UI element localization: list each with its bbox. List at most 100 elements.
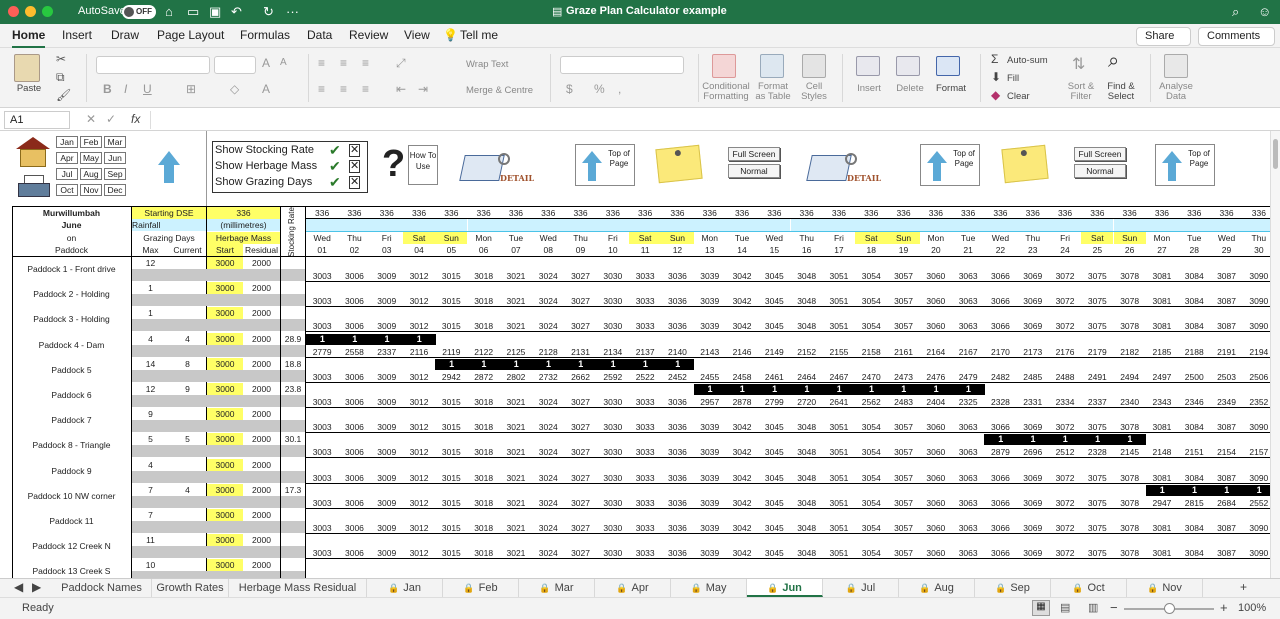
sheet-tab-jul[interactable]: 🔒 Jul	[823, 579, 899, 597]
paddock-name[interactable]: Paddock 10 NW corner	[12, 490, 131, 502]
start-mass-cell[interactable]: 3000	[207, 483, 243, 496]
grazing-day-marker[interactable]: 1	[402, 333, 436, 345]
grazing-day-marker[interactable]: 1	[564, 358, 598, 370]
max-days-cell[interactable]: 1	[132, 307, 169, 319]
tell-me-field[interactable]: Tell me	[460, 28, 498, 42]
rainfall-cell[interactable]	[402, 219, 436, 231]
rainfall-cell[interactable]	[338, 219, 371, 231]
grazing-day-marker[interactable]: 1	[596, 358, 630, 370]
month-button-may[interactable]: May	[80, 152, 102, 164]
month-button-apr[interactable]: Apr	[56, 152, 78, 164]
italic-icon[interactable]: I	[124, 82, 127, 96]
paddock-name[interactable]: Paddock 12 Creek N	[12, 540, 131, 552]
minimize-window-button[interactable]	[25, 6, 36, 17]
month-button-feb[interactable]: Feb	[80, 136, 102, 148]
residual-mass-cell[interactable]: 2000	[243, 257, 280, 269]
grazing-day-marker[interactable]: 1	[370, 333, 404, 345]
max-days-cell[interactable]: 7	[132, 484, 169, 496]
grazing-day-marker[interactable]: 1	[338, 333, 372, 345]
cell-styles-icon[interactable]	[802, 54, 826, 78]
grazing-day-marker[interactable]: 1	[790, 384, 824, 395]
residual-mass-cell[interactable]: 2000	[243, 484, 280, 496]
rainfall-cell[interactable]	[1081, 219, 1114, 231]
rainfall-cell[interactable]	[1016, 219, 1049, 231]
tab-insert[interactable]: Insert	[62, 28, 92, 42]
conditional-formatting-button[interactable]: Conditional Formatting	[700, 82, 752, 102]
rainfall-cell[interactable]	[370, 219, 403, 231]
residual-mass-cell[interactable]: 2000	[243, 307, 280, 319]
eraser-icon[interactable]: ◆	[991, 88, 1000, 102]
sheet-tab-aug[interactable]: 🔒 Aug	[899, 579, 975, 597]
sort-filter-button[interactable]: Sort & Filter	[1064, 82, 1098, 102]
autosave-toggle[interactable]: OFF	[122, 5, 156, 19]
rainfall-cell[interactable]	[661, 219, 694, 231]
grazing-day-marker[interactable]: 1	[855, 384, 888, 395]
top-of-page-button[interactable]: Top of Page	[575, 144, 635, 186]
add-sheet-icon[interactable]: +	[1240, 580, 1247, 594]
format-button[interactable]: Format	[934, 84, 968, 94]
worksheet[interactable]: Jan Feb Mar Apr May Jun Jul Aug Sep Oct Nov Dec Sho…	[0, 131, 1280, 578]
grazing-day-marker[interactable]: 1	[984, 434, 1018, 446]
rainfall-cell[interactable]	[1048, 219, 1082, 231]
bold-icon[interactable]: B	[103, 82, 112, 96]
start-mass-cell[interactable]: 3000	[207, 509, 243, 521]
align-center-icon[interactable]: ≡	[340, 82, 347, 96]
redo-icon[interactable]: ↻	[263, 3, 274, 21]
month-button-aug[interactable]: Aug	[80, 168, 102, 180]
merge-centre-button[interactable]: Merge & Centre	[466, 86, 533, 96]
printer-icon[interactable]	[18, 175, 50, 199]
grazing-day-marker[interactable]: 1	[499, 358, 533, 370]
font-color-icon[interactable]: A	[262, 82, 270, 96]
start-mass-cell[interactable]: 3000	[207, 534, 243, 547]
paddock-name[interactable]: Paddock 3 - Holding	[12, 313, 131, 325]
paddock-name[interactable]: Paddock 6	[12, 389, 131, 401]
start-mass-cell[interactable]: 3000	[207, 257, 243, 269]
rainfall-cell[interactable]	[952, 219, 985, 231]
paddock-name[interactable]: Paddock 11	[12, 515, 131, 527]
sheet-tab-paddock-names[interactable]: Paddock Names	[52, 579, 152, 597]
underline-icon[interactable]: U	[143, 82, 152, 96]
cancel-icon[interactable]: ✕	[86, 112, 96, 126]
function-icon[interactable]: fx	[131, 112, 140, 126]
rainfall-cell[interactable]	[855, 219, 888, 231]
sheet-tab-growth-rates[interactable]: Growth Rates	[152, 579, 229, 597]
residual-mass-cell[interactable]: 2000	[243, 383, 280, 395]
rainfall-cell[interactable]	[564, 219, 597, 231]
paste-icon[interactable]	[14, 54, 40, 82]
tab-review[interactable]: Review	[349, 28, 388, 42]
max-days-cell[interactable]: 7	[132, 509, 169, 521]
find-select-button[interactable]: Find & Select	[1104, 82, 1138, 102]
search-icon[interactable]: ⌕	[1232, 3, 1239, 21]
rainfall-cell[interactable]	[467, 219, 500, 231]
sheet-tab-oct[interactable]: 🔒 Oct	[1051, 579, 1127, 597]
residual-mass-cell[interactable]: 2000	[243, 358, 280, 370]
account-icon[interactable]: ☺	[1258, 3, 1271, 21]
align-left-icon[interactable]: ≡	[318, 82, 325, 96]
sort-filter-icon[interactable]: ⇅	[1072, 54, 1085, 74]
month-button-jun[interactable]: Jun	[104, 152, 126, 164]
month-button-dec[interactable]: Dec	[104, 184, 126, 196]
decrease-font-icon[interactable]: A	[280, 57, 287, 68]
tab-view[interactable]: View	[404, 28, 430, 42]
grazing-day-marker[interactable]: 1	[467, 358, 501, 370]
rainfall-cell[interactable]	[596, 219, 629, 231]
rainfall-cell[interactable]	[1145, 219, 1179, 231]
month-button-jan[interactable]: Jan	[56, 136, 78, 148]
top-of-page-button[interactable]: Top of Page	[1155, 144, 1215, 186]
month-button-jul[interactable]: Jul	[56, 168, 78, 180]
number-format-select[interactable]	[560, 56, 684, 74]
scroll-tabs-right-icon[interactable]: ▶	[32, 580, 41, 594]
tab-formulas[interactable]: Formulas	[240, 28, 290, 42]
zoom-level[interactable]: 100%	[1238, 602, 1266, 614]
max-days-cell[interactable]: 1	[132, 282, 169, 294]
sheet-tab-apr[interactable]: 🔒 Apr	[595, 579, 671, 597]
top-of-page-button[interactable]: Top of Page	[920, 144, 980, 186]
font-name-select[interactable]	[96, 56, 210, 74]
grazing-day-marker[interactable]: 1	[1210, 484, 1244, 496]
residual-mass-cell[interactable]: 2000	[243, 534, 280, 546]
rainfall-cell[interactable]	[532, 219, 565, 231]
grazing-day-marker[interactable]: 1	[1048, 434, 1082, 446]
rainfall-cell[interactable]	[1178, 219, 1211, 231]
grazing-day-marker[interactable]: 1	[1016, 434, 1050, 446]
current-days-cell[interactable]: 8	[169, 358, 206, 370]
